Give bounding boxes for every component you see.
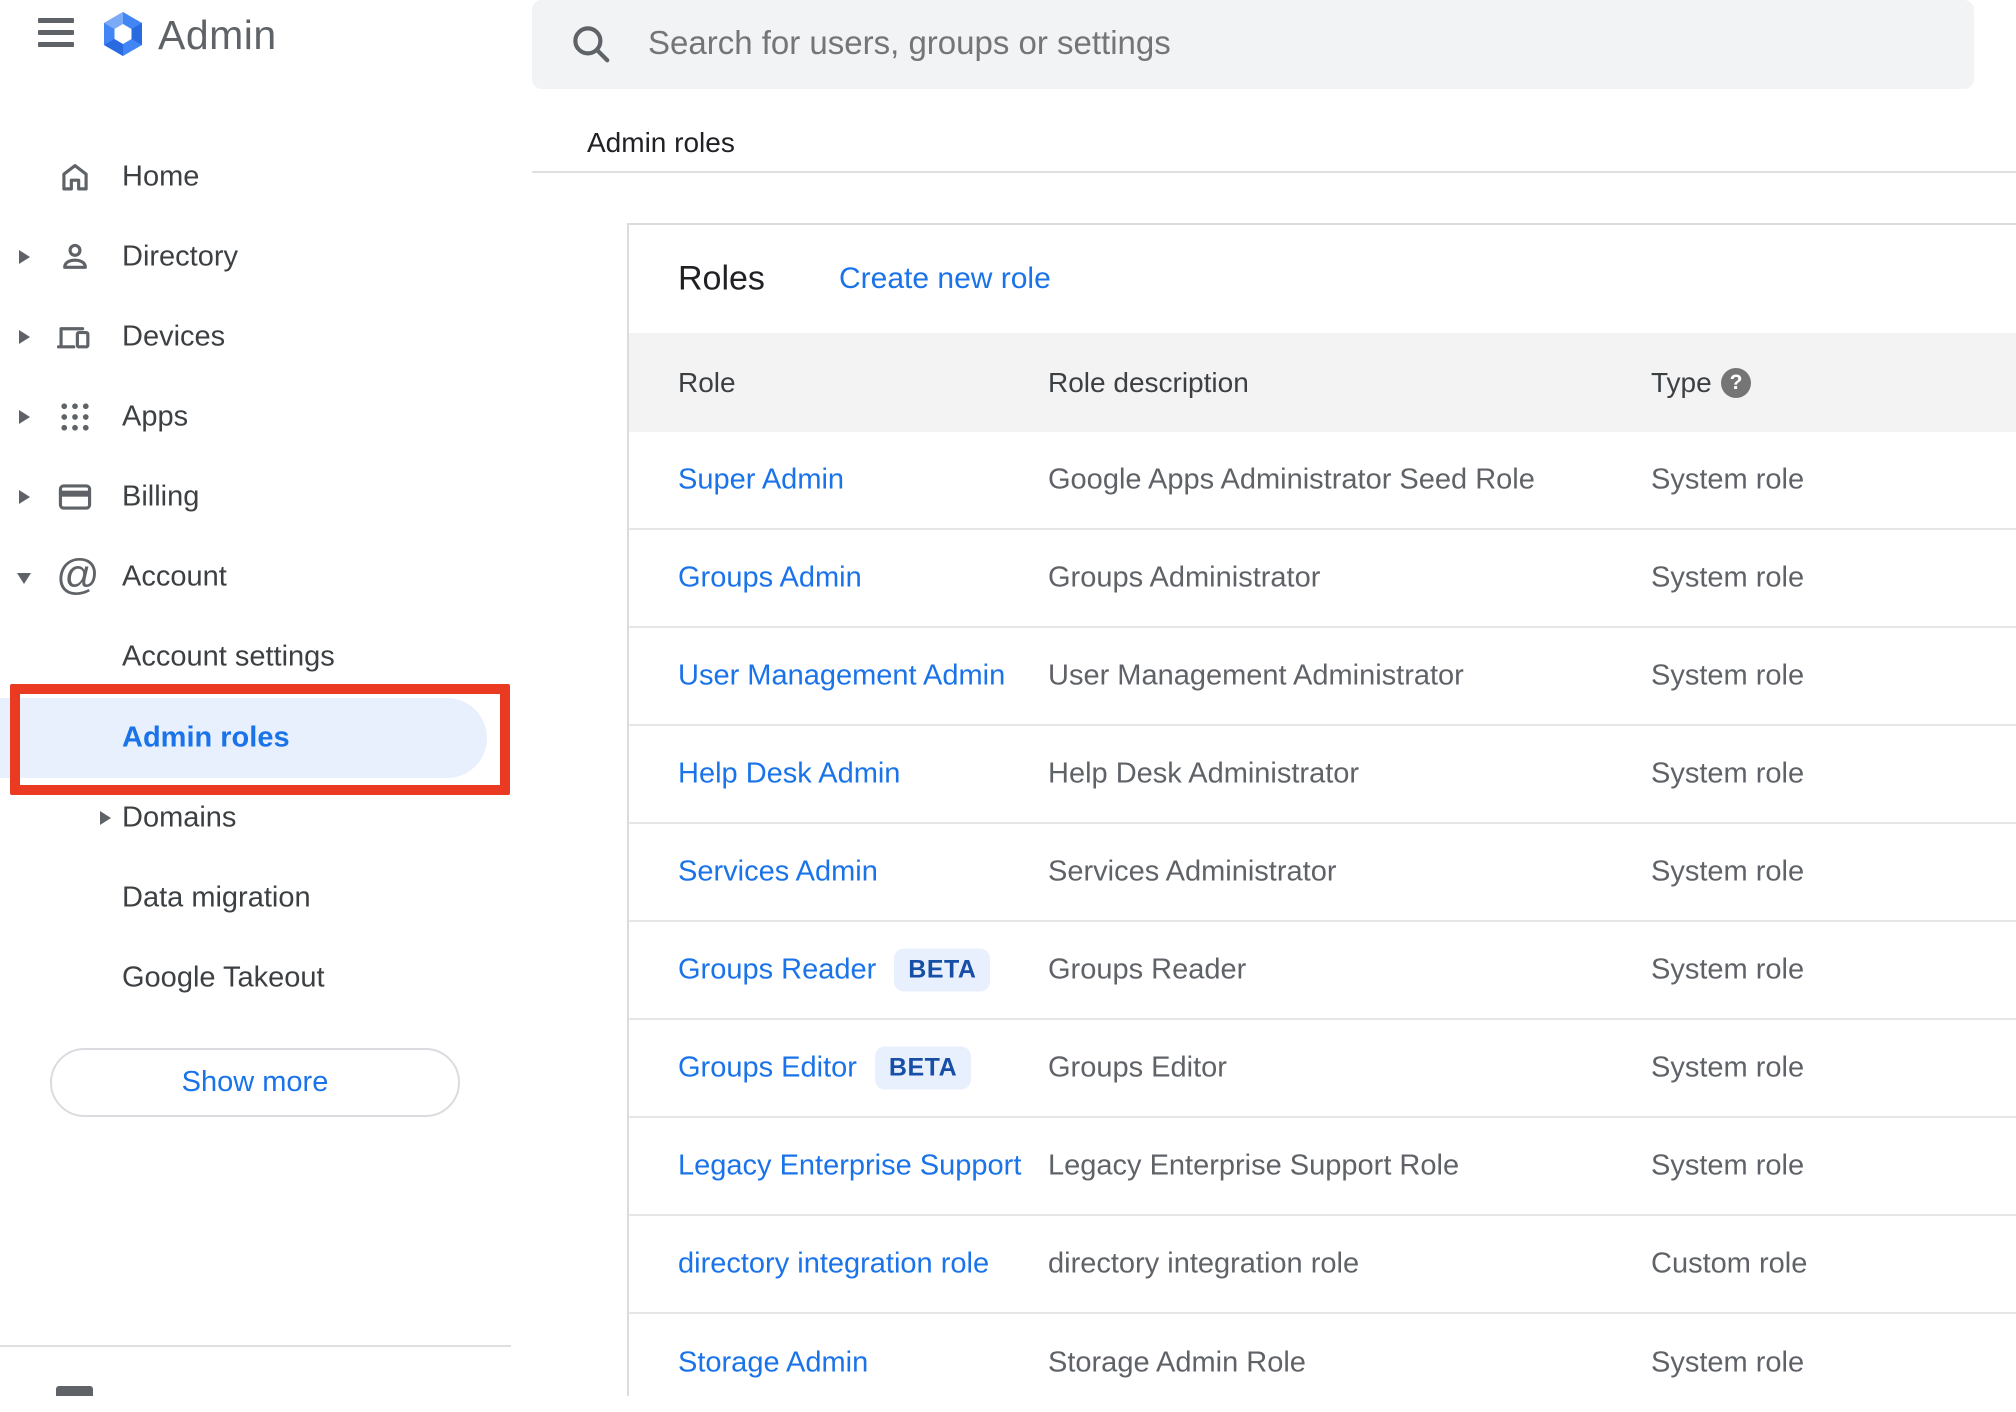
role-description: Services Administrator — [1048, 855, 1337, 888]
role-type: System role — [1651, 1051, 1805, 1084]
show-more-button[interactable]: Show more — [50, 1048, 460, 1117]
role-link[interactable]: Legacy Enterprise Support — [678, 1150, 1021, 1183]
sidebar-item-admin-roles[interactable]: Admin roles — [0, 698, 517, 778]
devices-icon — [56, 318, 94, 356]
home-icon — [56, 158, 94, 196]
table-row: Super Admin Google Apps Administrator Se… — [629, 432, 2016, 530]
role-description: Groups Reader — [1048, 953, 1247, 986]
role-description: Groups Administrator — [1048, 561, 1321, 594]
admin-logo-icon — [104, 12, 142, 56]
role-type: System role — [1651, 953, 1805, 986]
role-type: System role — [1651, 1149, 1805, 1182]
help-icon[interactable]: ? — [1721, 367, 1751, 398]
roles-card: Roles Create new role Role Role descript… — [627, 223, 2016, 1396]
chevron-right-icon[interactable] — [19, 250, 30, 264]
sidebar-item-billing[interactable]: Billing — [0, 457, 517, 537]
sidebar-item-label: Data migration — [122, 881, 311, 914]
table-body: Super Admin Google Apps Administrator Se… — [629, 432, 2016, 1412]
role-link[interactable]: User Management Admin — [678, 660, 1005, 693]
role-description: Legacy Enterprise Support Role — [1048, 1149, 1460, 1182]
role-link[interactable]: Groups Editor — [678, 1052, 857, 1085]
role-type: System role — [1651, 561, 1805, 594]
sidebar-item-label: Directory — [122, 240, 239, 273]
table-row: User Management Admin User Management Ad… — [629, 628, 2016, 726]
sidebar-item-devices[interactable]: Devices — [0, 297, 517, 377]
chevron-right-icon[interactable] — [19, 490, 30, 504]
role-description: directory integration role — [1048, 1247, 1360, 1280]
app-title: Admin — [158, 12, 277, 58]
sidebar-item-label: Home — [122, 160, 200, 193]
sidebar-item-data-migration[interactable]: Data migration — [0, 858, 517, 938]
table-row: Groups Admin Groups Administrator System… — [629, 530, 2016, 628]
breadcrumb: Admin roles — [587, 127, 735, 158]
sidebar-item-label: Domains — [122, 801, 237, 834]
table-row: Services Admin Services Administrator Sy… — [629, 824, 2016, 922]
search-bar[interactable]: Search for users, groups or settings — [532, 0, 1974, 89]
column-header-type: Type — [1651, 366, 1712, 398]
sidebar-item-label: Account — [122, 560, 227, 593]
sidebar-item-domains[interactable]: Domains — [0, 778, 517, 858]
role-link[interactable]: Services Admin — [678, 856, 878, 889]
card-titlebar: Roles Create new role — [629, 225, 2016, 333]
sidebar-item-directory[interactable]: Directory — [0, 217, 517, 297]
sidebar-item-label: Admin roles — [122, 721, 290, 754]
role-link[interactable]: Groups Admin — [678, 562, 862, 595]
credit-card-icon — [56, 478, 94, 516]
chevron-right-icon[interactable] — [19, 410, 30, 424]
page-title: Roles — [678, 259, 765, 298]
partial-bottom-icon — [56, 1386, 93, 1396]
sidebar-item-label: Devices — [122, 320, 226, 353]
column-header-description: Role description — [1048, 366, 1249, 398]
role-link[interactable]: Groups Reader — [678, 954, 876, 987]
search-placeholder: Search for users, groups or settings — [648, 24, 1171, 61]
sidebar-item-account-settings[interactable]: Account settings — [0, 617, 517, 697]
beta-badge: BETA — [894, 948, 991, 992]
sidebar-item-apps[interactable]: Apps — [0, 377, 517, 457]
role-link[interactable]: Help Desk Admin — [678, 758, 900, 791]
create-new-role-link[interactable]: Create new role — [839, 262, 1051, 296]
apps-grid-icon — [56, 398, 94, 436]
sidebar-item-home[interactable]: Home — [0, 137, 517, 217]
at-sign-icon: @ — [56, 551, 100, 599]
sidebar: Admin Home Directory Devices Apps Billin… — [0, 0, 530, 1396]
table-header-row: Role Role description Type ? — [629, 333, 2016, 432]
search-icon — [566, 19, 616, 74]
role-link[interactable]: Super Admin — [678, 464, 844, 497]
role-description: Storage Admin Role — [1048, 1346, 1306, 1379]
role-type: Custom role — [1651, 1247, 1808, 1280]
column-header-role: Role — [678, 366, 736, 398]
role-type: System role — [1651, 463, 1805, 496]
role-link[interactable]: directory integration role — [678, 1248, 989, 1281]
role-type: System role — [1651, 1346, 1805, 1379]
chevron-right-icon[interactable] — [100, 811, 111, 825]
role-description: User Management Administrator — [1048, 659, 1464, 692]
sidebar-item-label: Apps — [122, 400, 189, 433]
role-description: Help Desk Administrator — [1048, 757, 1360, 790]
sidebar-item-label: Account settings — [122, 640, 335, 673]
person-icon — [56, 238, 94, 276]
chevron-down-icon[interactable] — [17, 573, 31, 584]
role-description: Groups Editor — [1048, 1051, 1227, 1084]
role-type: System role — [1651, 757, 1805, 790]
sidebar-item-account[interactable]: @ Account — [0, 537, 517, 617]
beta-badge: BETA — [874, 1046, 972, 1090]
sidebar-divider — [0, 1345, 511, 1347]
role-link[interactable]: Storage Admin — [678, 1347, 868, 1380]
role-type: System role — [1651, 855, 1805, 888]
menu-icon[interactable] — [38, 18, 74, 50]
table-row: Groups Editor BETA Groups Editor System … — [629, 1020, 2016, 1118]
role-type: System role — [1651, 659, 1805, 692]
role-description: Google Apps Administrator Seed Role — [1048, 463, 1535, 496]
sidebar-item-google-takeout[interactable]: Google Takeout — [0, 938, 517, 1018]
sidebar-item-label: Google Takeout — [122, 961, 325, 994]
table-row: directory integration role directory int… — [629, 1216, 2016, 1314]
table-row: Legacy Enterprise Support Legacy Enterpr… — [629, 1118, 2016, 1216]
table-row: Storage Admin Storage Admin Role System … — [629, 1314, 2016, 1412]
table-row: Groups Reader BETA Groups Reader System … — [629, 922, 2016, 1020]
header-divider — [532, 171, 2016, 173]
chevron-right-icon[interactable] — [19, 330, 30, 344]
sidebar-item-label: Billing — [122, 480, 200, 513]
table-row: Help Desk Admin Help Desk Administrator … — [629, 726, 2016, 824]
